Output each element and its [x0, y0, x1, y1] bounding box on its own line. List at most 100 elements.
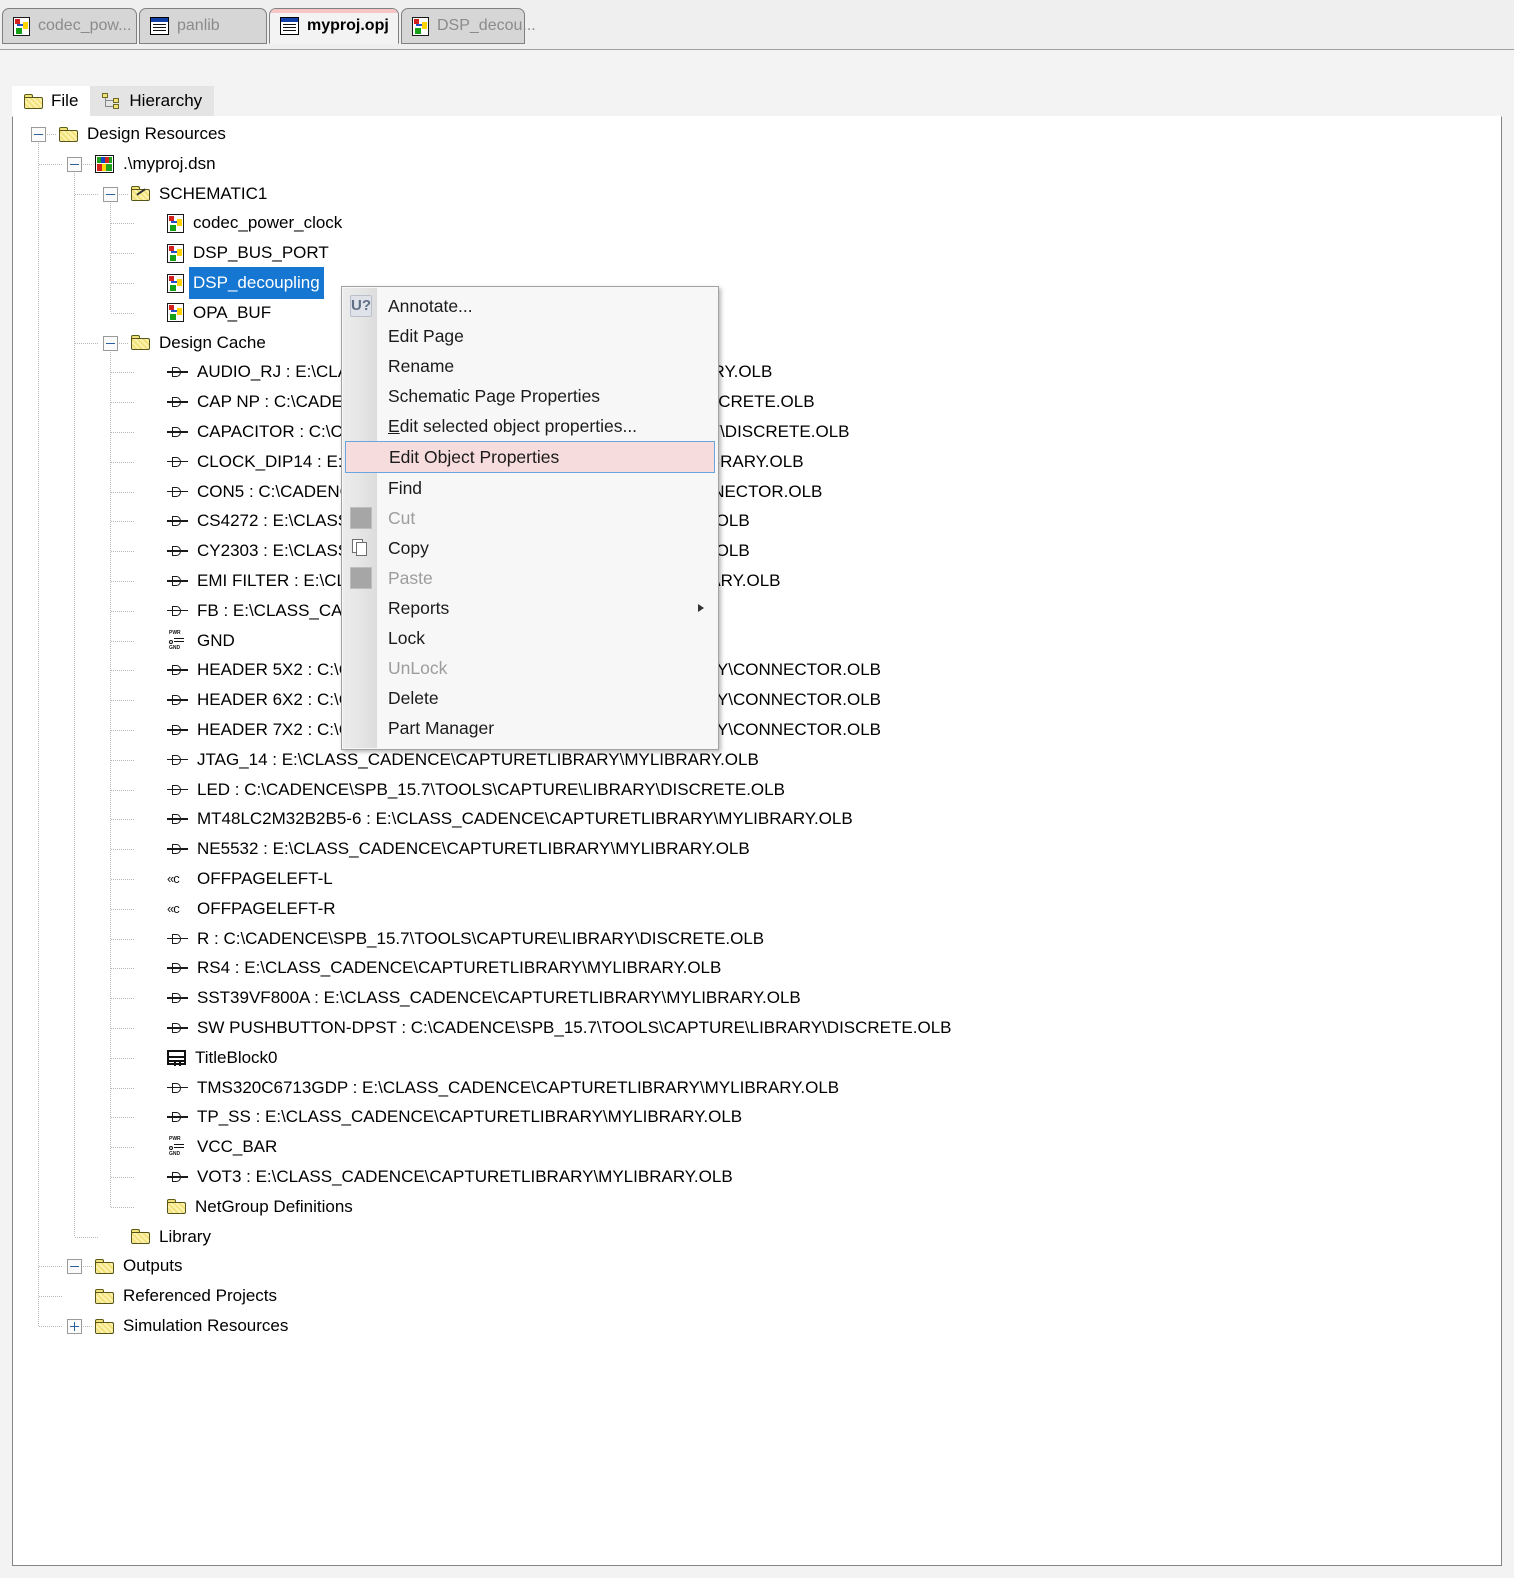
menu-item-edit-object-properties[interactable]: Edit Object Properties: [345, 441, 715, 473]
schematic-page-icon: [412, 16, 429, 36]
menu-item-label: Edit Object Properties: [389, 446, 560, 467]
tree-expander-expanded[interactable]: [67, 1259, 82, 1275]
menu-item-delete[interactable]: Delete: [342, 683, 718, 713]
tree-item[interactable]: TP_SS : E:\CLASS_CADENCE\CAPTURETLIBRARY…: [167, 1102, 742, 1132]
tree-expander-expanded[interactable]: [103, 335, 118, 351]
menu-item-label: Part Manager: [388, 717, 495, 738]
folder-icon: [167, 1199, 186, 1215]
project-icon: [150, 17, 169, 35]
tree-item-label: OFFPAGELEFT-R: [197, 898, 336, 918]
tree-item[interactable]: Outputs: [95, 1251, 183, 1281]
menu-item-find[interactable]: Find: [342, 473, 718, 503]
tree-guide-line: [111, 998, 135, 1000]
tree-guide-line: [111, 1028, 135, 1029]
menu-item-schematic-page-properties[interactable]: Schematic Page Properties: [342, 381, 718, 411]
tree-guide-line: [111, 253, 135, 255]
menu-item-label: Rename: [388, 355, 455, 376]
tree-item[interactable]: TitleBlock0: [167, 1043, 278, 1073]
tree-guide-line: [74, 170, 75, 1237]
tree-item[interactable]: VOT3 : E:\CLASS_CADENCE\CAPTURETLIBRARY\…: [167, 1162, 733, 1192]
menu-item-copy[interactable]: Copy: [342, 533, 718, 563]
view-tab-hierarchy[interactable]: Hierarchy: [90, 86, 215, 116]
tree-item[interactable]: Design Cache: [131, 328, 266, 358]
tree-guide-line: [111, 789, 135, 791]
menu-item-label: Delete: [388, 687, 439, 708]
tree-guide-line: [119, 342, 129, 344]
tree-item[interactable]: LED : C:\CADENCE\SPB_15.7\TOOLS\CAPTURE\…: [167, 775, 785, 805]
tree-guide-line: [111, 849, 135, 851]
tree-item[interactable]: MT48LC2M32B2B5-6 : E:\CLASS_CADENCE\CAPT…: [167, 804, 853, 834]
tree-guide-line: [39, 1266, 63, 1268]
tree-item[interactable]: SCHEMATIC1: [131, 179, 267, 209]
part-icon: [167, 395, 188, 409]
tree-item[interactable]: PWR GND GND: [167, 626, 235, 656]
tree-item[interactable]: «c OFFPAGELEFT-L: [167, 864, 333, 894]
tree-item[interactable]: RS4 : E:\CLASS_CADENCE\CAPTURETLIBRARY\M…: [167, 953, 721, 983]
folder-icon: [95, 1258, 114, 1274]
tree-item[interactable]: NE5532 : E:\CLASS_CADENCE\CAPTURETLIBRAR…: [167, 834, 750, 864]
menu-item-unlock: UnLock: [342, 653, 718, 683]
part-icon: [167, 991, 188, 1005]
tree-expander-expanded[interactable]: [103, 186, 118, 202]
tree-guide-line: [38, 141, 39, 1326]
tree-expander-expanded[interactable]: [67, 156, 82, 172]
tree-expander-collapsed[interactable]: [67, 1319, 82, 1334]
tree-guide-line: [83, 1266, 93, 1268]
tree-guide-line: [111, 1206, 135, 1208]
tree-item[interactable]: OPA_BUF: [167, 298, 271, 328]
menu-item-lock[interactable]: Lock: [342, 623, 718, 653]
tree-item-label: Referenced Projects: [123, 1286, 278, 1306]
document-tab[interactable]: myproj.opj: [269, 8, 399, 44]
menu-item-rename[interactable]: Rename: [342, 351, 718, 381]
tree-expander-expanded[interactable]: [31, 127, 46, 142]
view-tab-label: File: [51, 91, 79, 110]
part-icon: [167, 753, 188, 767]
tree-item[interactable]: Simulation Resources: [95, 1311, 288, 1341]
document-tab[interactable]: codec_pow...: [2, 8, 137, 44]
menu-item-reports[interactable]: Reports: [342, 593, 718, 623]
tree-item[interactable]: PWR GND VCC_BAR: [167, 1132, 277, 1162]
tree-item[interactable]: «c OFFPAGELEFT-R: [167, 894, 336, 924]
tree-guide-line: [111, 938, 135, 940]
document-tab[interactable]: DSP_decou...: [401, 8, 536, 44]
tree-item[interactable]: SST39VF800A : E:\CLASS_CADENCE\CAPTURETL…: [167, 983, 801, 1013]
tree-item[interactable]: DSP_decoupling: [167, 267, 324, 299]
tree-guide-line: [75, 193, 99, 195]
tree-item[interactable]: Library: [131, 1222, 211, 1252]
tree-item[interactable]: Design Resources: [59, 119, 226, 149]
tree-item[interactable]: codec_power_clock: [167, 208, 342, 238]
tree-item[interactable]: NetGroup Definitions: [167, 1192, 353, 1222]
tree-item[interactable]: SW PUSHBUTTON-DPST : C:\CADENCE\SPB_15.7…: [167, 1013, 951, 1043]
tree-item[interactable]: TMS320C6713GDP : E:\CLASS_CADENCE\CAPTUR…: [167, 1073, 839, 1103]
tree-item[interactable]: Referenced Projects: [95, 1281, 277, 1311]
part-icon: [167, 961, 188, 975]
project-tree[interactable]: Design Resources .\myproj.dsn SCHEMATIC1 co…: [12, 116, 1502, 1566]
tree-guide-line: [111, 402, 135, 404]
power-icon: PWR GND: [167, 630, 188, 651]
tree-guide-line: [39, 1296, 63, 1298]
tree-item[interactable]: DSP_BUS_PORT: [167, 238, 329, 268]
menu-item-label: UnLock: [388, 657, 448, 678]
menu-item-label: Copy: [388, 537, 429, 558]
menu-item-edit-page[interactable]: Edit Page: [342, 321, 718, 351]
context-menu[interactable]: U? Annotate... Edit Page Rename Schematic Pa…: [341, 286, 719, 750]
document-tab-label: DSP_decou...: [437, 17, 536, 34]
tree-item[interactable]: R : C:\CADENCE\SPB_15.7\TOOLS\CAPTURE\LI…: [167, 924, 764, 954]
document-tab[interactable]: panlib: [139, 8, 267, 44]
part-icon: [167, 842, 188, 856]
folder-icon: [95, 1288, 114, 1304]
tree-guide-line: [110, 349, 111, 1207]
part-icon: [167, 485, 188, 499]
tree-guide-line: [119, 193, 129, 195]
view-tab-file[interactable]: File: [12, 86, 91, 116]
menu-item-edit-selected-object-properties[interactable]: Edit selected object properties...: [342, 411, 718, 441]
project-manager-panel: File Hierarchy Design Resources .\myproj.d…: [0, 50, 1514, 1578]
menu-item-annotate[interactable]: U? Annotate...: [342, 291, 718, 321]
menu-item-part-manager[interactable]: Part Manager: [342, 713, 718, 743]
tree-guide-line: [111, 1147, 135, 1149]
menu-item-label: Annotate...: [388, 295, 473, 316]
part-icon: [167, 783, 188, 797]
tree-item-label: Simulation Resources: [123, 1316, 289, 1335]
offpage-connector-icon: «c: [167, 900, 180, 916]
tree-item[interactable]: .\myproj.dsn: [95, 149, 216, 179]
